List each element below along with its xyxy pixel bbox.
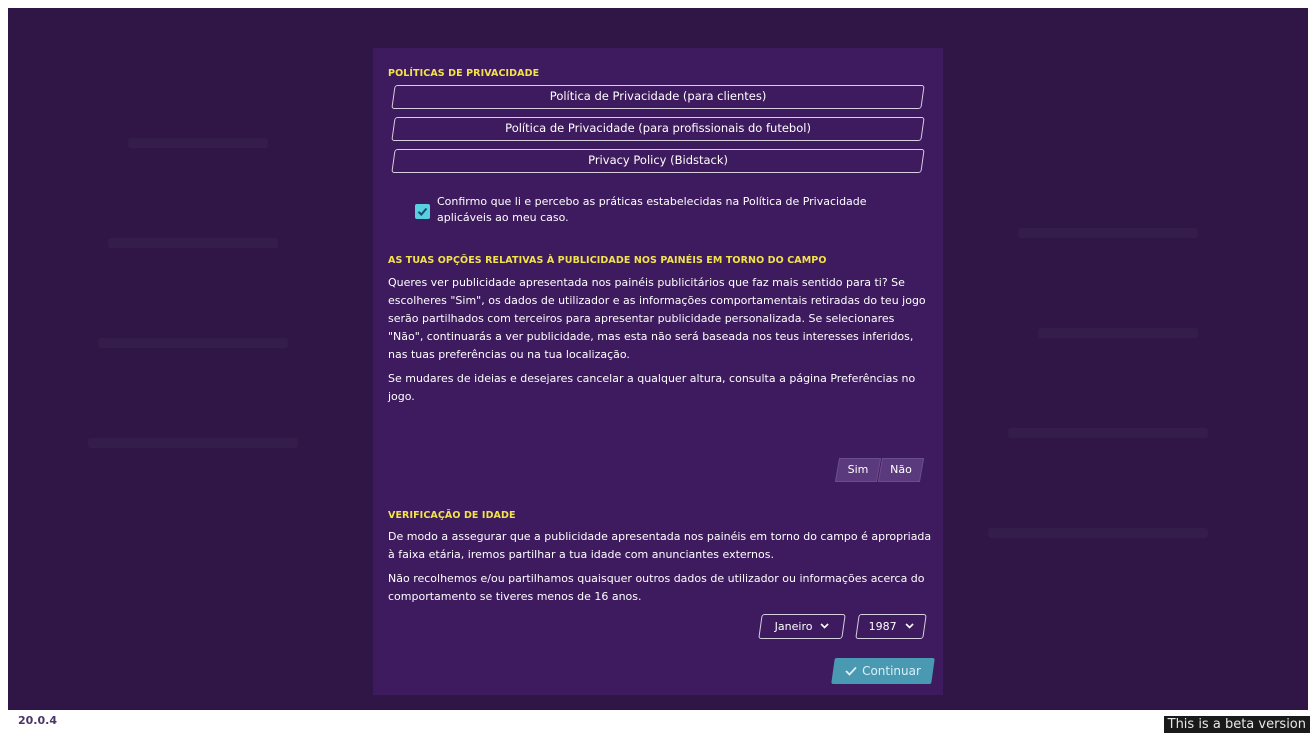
privacy-section-title: POLÍTICAS DE PRIVACIDADE	[388, 68, 540, 79]
ads-no-label: Não	[890, 463, 912, 476]
privacy-policy-clients-label: Política de Privacidade (para clientes)	[549, 89, 767, 103]
privacy-dialog: POLÍTICAS DE PRIVACIDADE Política de Pri…	[373, 48, 943, 695]
ads-choice-toggle: Sim Não	[834, 458, 925, 482]
privacy-policy-bidstack-label: Privacy Policy (Bidstack)	[588, 153, 729, 167]
chevron-down-icon	[820, 623, 830, 629]
birth-month-dropdown[interactable]: Janeiro	[758, 614, 846, 639]
continue-button[interactable]: Continuar	[831, 658, 935, 684]
privacy-policy-bidstack-button[interactable]: Privacy Policy (Bidstack)	[391, 149, 925, 173]
birth-year-value: 1987	[868, 619, 897, 633]
ads-paragraph-2: Se mudares de ideias e desejares cancela…	[388, 372, 916, 403]
checkmark-icon	[417, 207, 428, 216]
consent-checkbox[interactable]	[415, 204, 430, 219]
ads-section-title: AS TUAS OPÇÕES RELATIVAS À PUBLICIDADE N…	[388, 255, 827, 266]
privacy-policy-professionals-label: Política de Privacidade (para profission…	[505, 121, 811, 135]
ads-yes-label: Sim	[847, 463, 869, 476]
ads-paragraph-1: Queres ver publicidade apresentada nos p…	[388, 276, 926, 361]
continue-label: Continuar	[862, 664, 921, 678]
privacy-policy-professionals-button[interactable]: Política de Privacidade (para profission…	[391, 117, 925, 141]
age-paragraph-2: Não recolhemos e/ou partilhamos quaisque…	[388, 572, 925, 603]
version-label: 20.0.4	[18, 714, 57, 727]
consent-label: Confirmo que li e percebo as práticas es…	[437, 195, 867, 224]
beta-notice: This is a beta version	[1163, 716, 1310, 733]
birth-year-dropdown[interactable]: 1987	[855, 614, 927, 639]
ads-yes-button[interactable]: Sim	[834, 458, 882, 482]
ads-no-button[interactable]: Não	[877, 458, 925, 482]
age-paragraph-1: De modo a assegurar que a publicidade ap…	[388, 530, 932, 561]
checkmark-icon	[845, 666, 857, 676]
top-strip	[0, 0, 160, 8]
privacy-policy-clients-button[interactable]: Política de Privacidade (para clientes)	[391, 85, 925, 109]
birth-month-value: Janeiro	[774, 619, 813, 633]
age-section-title: VERIFICAÇÃO DE IDADE	[388, 510, 516, 521]
chevron-down-icon	[905, 623, 914, 629]
